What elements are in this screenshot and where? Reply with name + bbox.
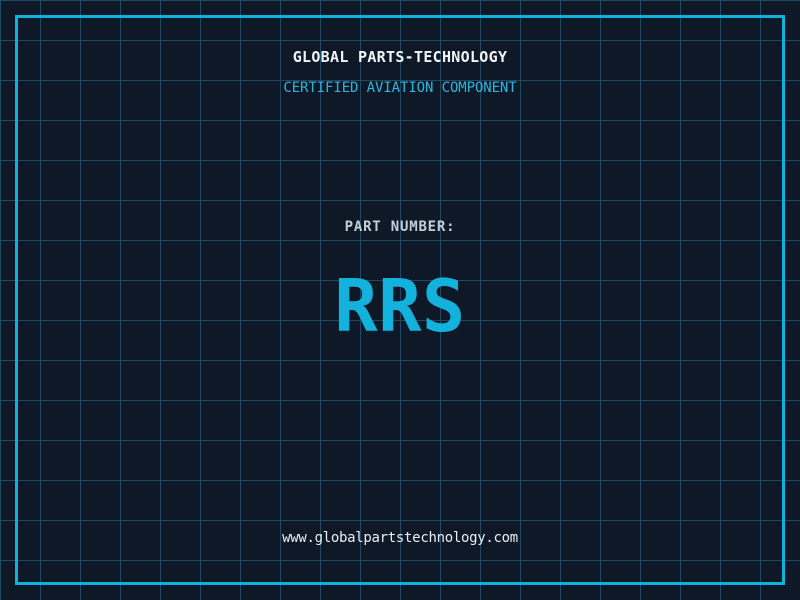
website-url: www.globalpartstechnology.com — [282, 530, 518, 546]
part-number-label: PART NUMBER: — [344, 219, 456, 235]
certification-subtitle: CERTIFIED AVIATION COMPONENT — [283, 80, 517, 96]
part-number-value: RRS — [334, 264, 466, 348]
company-title: GLOBAL PARTS-TECHNOLOGY — [292, 48, 508, 66]
